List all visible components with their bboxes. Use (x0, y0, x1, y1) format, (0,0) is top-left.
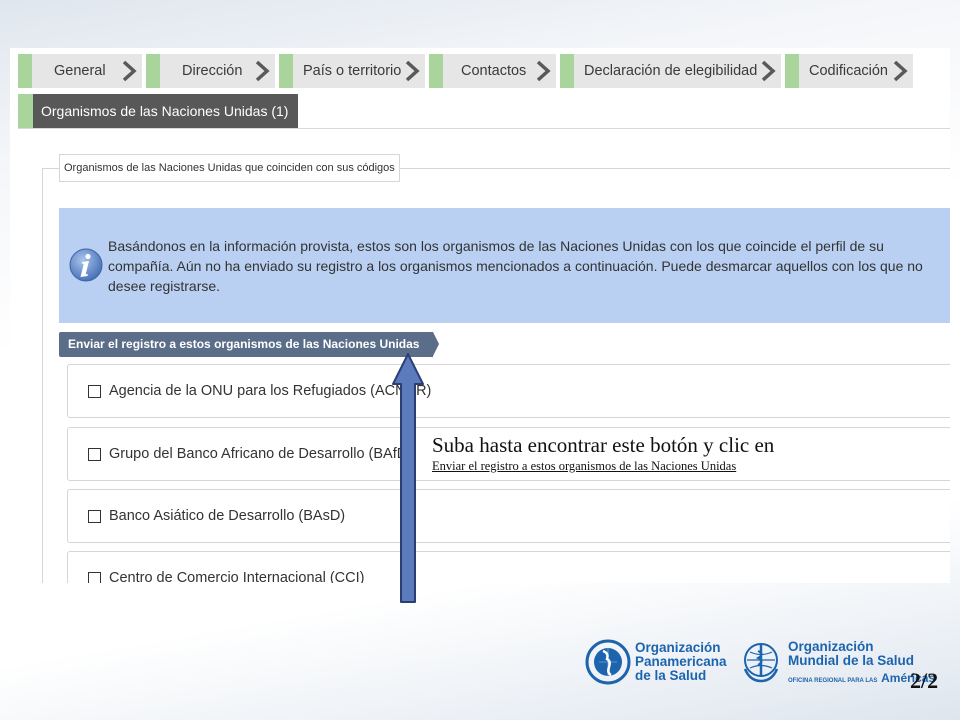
chevron-right-icon (536, 60, 551, 82)
paho-name-line: Organización (635, 640, 721, 655)
agency-label: Centro de Comercio Internacional (CCI) (109, 570, 365, 583)
chevron-right-icon (893, 60, 908, 82)
chevron-right-icon (405, 60, 420, 82)
tab-pais-territorio[interactable]: País o territorio (279, 54, 425, 88)
agency-checkbox[interactable] (88, 509, 101, 523)
instruction-text: Suba hasta encontrar este botón y clic e… (432, 433, 775, 457)
send-registration-button[interactable]: Enviar el registro a estos organismos de… (59, 332, 440, 357)
paho-name: Organización Panamericana de la Salud (635, 641, 727, 683)
who-emblem-icon (743, 643, 779, 683)
info-line: compañía. Aún no ha enviado su registro … (108, 258, 923, 274)
who-logo: Organización Mundial de la Salud OFICINA… (738, 634, 935, 690)
tab-organismos-naciones-unidas[interactable]: Organismos de las Naciones Unidas (1) (18, 94, 299, 128)
who-name-line: Organización (788, 638, 874, 654)
paho-logo: Organización Panamericana de la Salud (585, 634, 727, 690)
tab-codificacion[interactable]: Codificación (785, 54, 913, 88)
wizard-steps: General Dirección País o territorio Cont… (18, 54, 917, 88)
paho-emblem-icon (585, 639, 631, 685)
wizard-steps-row2: Organismos de las Naciones Unidas (1) (18, 94, 302, 128)
agency-label: Banco Asiático de Desarrollo (BAsD) (109, 508, 346, 524)
agency-label: Agencia de la ONU para los Refugiados (A… (109, 383, 432, 399)
info-line: desee registrarse. (108, 278, 221, 294)
who-name-line: Mundial de la Salud (788, 652, 915, 668)
info-icon (69, 248, 103, 282)
agency-checkbox[interactable] (88, 447, 101, 461)
section-legend: Organismos de las Naciones Unidas que co… (59, 154, 400, 182)
info-alert: Basándonos en la información provista, e… (59, 208, 950, 323)
who-region-caption: OFICINA REGIONAL PARA LAS (788, 677, 878, 684)
tab-label: Organismos de las Naciones Unidas (1) (41, 103, 289, 119)
chevron-right-icon (255, 60, 270, 82)
agency-item[interactable]: Centro de Comercio Internacional (CCI) (67, 551, 950, 583)
agency-checkbox[interactable] (88, 384, 101, 398)
divider (18, 128, 950, 129)
tab-general[interactable]: General (18, 54, 142, 88)
info-text: Basándonos en la información provista, e… (108, 236, 950, 296)
instruction-button-reference: Enviar el registro a estos organismos de… (432, 459, 737, 473)
screenshot-panel: General Dirección País o territorio Cont… (10, 48, 950, 583)
info-line: Basándonos en la información provista, e… (108, 238, 884, 254)
paho-name-line: de la Salud (635, 668, 707, 683)
up-arrow-icon (392, 353, 424, 603)
page-number: 2/2 (910, 668, 939, 693)
agency-item[interactable]: Banco Asiático de Desarrollo (BAsD) (67, 489, 950, 543)
agency-checkbox[interactable] (88, 571, 101, 583)
chevron-right-icon (122, 60, 137, 82)
tab-label: Declaración de elegibilidad (584, 63, 758, 79)
tab-label: General (54, 63, 106, 79)
instruction-annotation: Suba hasta encontrar este botón y clic e… (432, 432, 952, 474)
tab-declaracion-elegibilidad[interactable]: Declaración de elegibilidad (560, 54, 781, 88)
paho-name-line: Panamericana (635, 654, 727, 669)
tab-contactos[interactable]: Contactos (429, 54, 556, 88)
agency-label: Grupo del Banco Africano de Desarrollo (… (109, 446, 413, 462)
chevron-right-icon (761, 60, 776, 82)
tab-direccion[interactable]: Dirección (146, 54, 275, 88)
agency-item[interactable]: Agencia de la ONU para los Refugiados (A… (67, 364, 950, 418)
